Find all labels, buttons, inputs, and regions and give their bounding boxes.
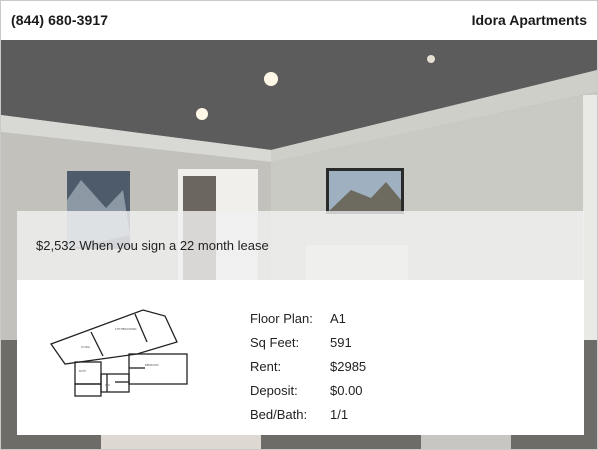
top-bar: (844) 680-3917 Idora Apartments	[1, 1, 597, 40]
svg-text:BEDROOM: BEDROOM	[145, 363, 159, 367]
detail-value: $2985	[330, 358, 367, 374]
unit-details: Floor Plan: A1 Sq Feet: 591 Rent: $2985 …	[250, 306, 450, 426]
unit-info-card: LIVING KITCHEN/DINING BEDROOM BATH WIC F…	[17, 280, 584, 435]
svg-text:WIC: WIC	[105, 383, 110, 387]
detail-label: Rent:	[250, 358, 282, 374]
phone-number-link[interactable]: (844) 680-3917	[11, 12, 108, 28]
listing-frame: (844) 680-3917 Idora Apartments $2,532 W…	[0, 0, 598, 450]
svg-text:BATH: BATH	[79, 369, 86, 373]
detail-row-sq-feet: Sq Feet: 591	[250, 330, 450, 354]
promo-banner: $2,532 When you sign a 22 month lease	[17, 211, 584, 280]
floorplan-icon: LIVING KITCHEN/DINING BEDROOM BATH WIC	[49, 309, 188, 397]
detail-label: Deposit:	[250, 382, 298, 398]
brand-name: Idora Apartments	[471, 12, 587, 28]
svg-text:KITCHEN/DINING: KITCHEN/DINING	[115, 327, 137, 331]
detail-label: Floor Plan:	[250, 310, 313, 326]
detail-row-bed-bath: Bed/Bath: 1/1	[250, 402, 450, 426]
detail-label: Bed/Bath:	[250, 406, 308, 422]
detail-label: Sq Feet:	[250, 334, 300, 350]
detail-value: $0.00	[330, 382, 363, 398]
detail-row-rent: Rent: $2985	[250, 354, 450, 378]
detail-row-deposit: Deposit: $0.00	[250, 378, 450, 402]
svg-text:LIVING: LIVING	[81, 345, 90, 349]
detail-row-floor-plan: Floor Plan: A1	[250, 306, 450, 330]
detail-value: 591	[330, 334, 352, 350]
detail-value: 1/1	[330, 406, 349, 422]
detail-value: A1	[330, 310, 346, 326]
promo-text: $2,532 When you sign a 22 month lease	[36, 238, 269, 253]
